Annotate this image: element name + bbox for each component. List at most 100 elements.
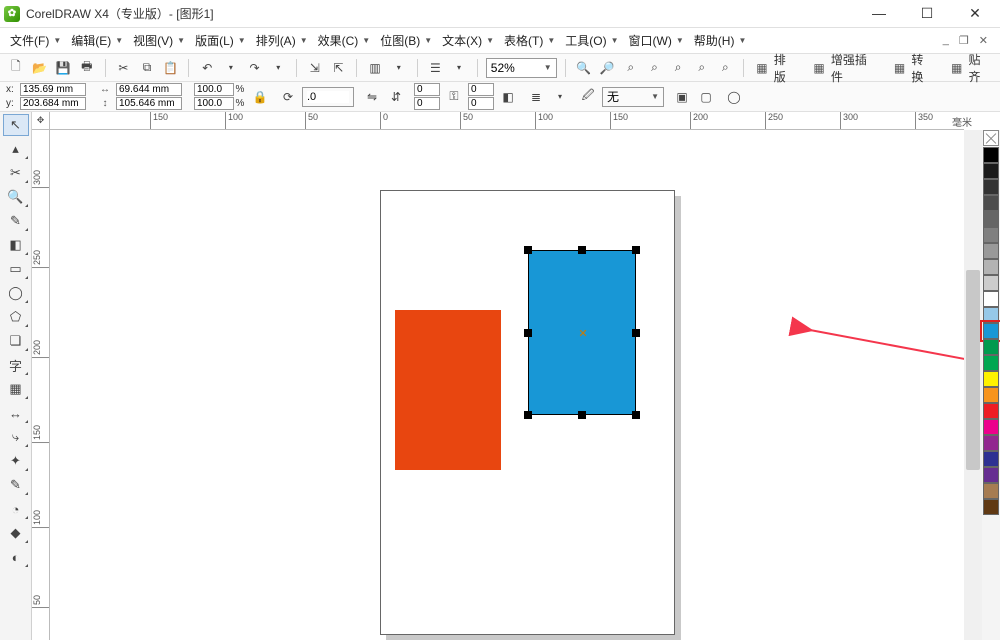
dimension-tool[interactable]: ↔: [3, 402, 29, 424]
fill-tool[interactable]: ◆: [3, 522, 29, 544]
menu-帮助(H)[interactable]: 帮助(H)▼: [690, 30, 751, 51]
window-maximize-button[interactable]: ☐: [912, 5, 942, 22]
ruler-horizontal[interactable]: 15010050050100150200250300350: [50, 112, 964, 130]
zoom-selection-icon[interactable]: ⌕: [621, 58, 641, 78]
app-launcher-icon[interactable]: ▥: [365, 58, 385, 78]
color-swatch[interactable]: [983, 227, 999, 243]
mirror-v-icon[interactable]: ⇵: [386, 87, 406, 107]
import-icon[interactable]: ⇲: [305, 58, 325, 78]
width-input[interactable]: [116, 83, 182, 96]
toolbar-增强插件-button[interactable]: ▦增强插件: [809, 51, 880, 85]
canvas-viewport[interactable]: ✕: [50, 130, 964, 640]
menu-窗口(W)[interactable]: 窗口(W)▼: [625, 30, 688, 51]
color-swatch[interactable]: [983, 435, 999, 451]
lock-ratio-icon[interactable]: 🔒: [250, 87, 270, 107]
menu-文件(F)[interactable]: 文件(F)▼: [6, 30, 65, 51]
new-icon[interactable]: 🗋: [6, 58, 26, 78]
rectangle-tool[interactable]: ▭: [3, 258, 29, 280]
selection-handle[interactable]: [578, 246, 586, 254]
mirror-h-icon[interactable]: ⇋: [362, 87, 382, 107]
undo-dropdown-icon[interactable]: ▾: [221, 58, 241, 78]
selection-handle[interactable]: [632, 246, 640, 254]
color-swatch[interactable]: [983, 451, 999, 467]
wrap-text-icon[interactable]: ≣: [526, 87, 546, 107]
redo-dropdown-icon[interactable]: ▾: [268, 58, 288, 78]
mdi-minimize-button[interactable]: _: [943, 34, 949, 47]
color-swatch[interactable]: [983, 275, 999, 291]
zoom-in-icon[interactable]: 🔍: [574, 58, 594, 78]
color-swatch[interactable]: [983, 163, 999, 179]
selection-handle[interactable]: [632, 411, 640, 419]
zoom-tool[interactable]: 🔍: [3, 186, 29, 208]
corner-br-input[interactable]: [468, 97, 494, 110]
menu-表格(T)[interactable]: 表格(T)▼: [500, 30, 559, 51]
scale-y-input[interactable]: [194, 97, 234, 110]
window-close-button[interactable]: ✕: [960, 5, 990, 22]
basic-shapes-tool[interactable]: ❏: [3, 330, 29, 352]
to-front-icon[interactable]: ▣: [672, 87, 692, 107]
crop-tool[interactable]: ✂: [3, 162, 29, 184]
selection-center-icon[interactable]: ✕: [578, 329, 588, 339]
color-swatch[interactable]: [983, 243, 999, 259]
blend-tool[interactable]: ✦: [3, 450, 29, 472]
zoom-height-icon[interactable]: ⌕: [716, 58, 736, 78]
toolbar-排版-button[interactable]: ▦排版: [752, 51, 799, 85]
menu-效果(C)[interactable]: 效果(C)▼: [314, 30, 375, 51]
zoom-width-icon[interactable]: ⌕: [692, 58, 712, 78]
color-swatch[interactable]: [983, 355, 999, 371]
color-swatch[interactable]: [983, 259, 999, 275]
color-swatch[interactable]: [983, 419, 999, 435]
scrollbar-thumb[interactable]: [966, 270, 980, 470]
color-swatch[interactable]: [983, 179, 999, 195]
zoom-all-icon[interactable]: ⌕: [645, 58, 665, 78]
corner-bl-input[interactable]: [414, 97, 440, 110]
height-input[interactable]: [116, 97, 182, 110]
menu-视图(V)[interactable]: 视图(V)▼: [129, 30, 189, 51]
wrap-drop-icon[interactable]: ▾: [550, 87, 570, 107]
orange-rectangle[interactable]: [395, 310, 501, 470]
smart-fill-tool[interactable]: ◧: [3, 234, 29, 256]
interactive-fill-tool[interactable]: ◐: [3, 546, 29, 568]
outline-width-select[interactable]: 无 ▼: [602, 87, 664, 107]
mdi-close-button[interactable]: ✕: [979, 34, 988, 47]
zoom-page-icon[interactable]: ⌕: [668, 58, 688, 78]
welcome-drop-icon[interactable]: ▾: [449, 58, 469, 78]
selection-handle[interactable]: [524, 411, 532, 419]
color-swatch[interactable]: [983, 307, 999, 323]
toolbar-转换-button[interactable]: ▦转换: [890, 51, 937, 85]
save-icon[interactable]: 💾: [53, 58, 73, 78]
color-swatch[interactable]: [983, 387, 999, 403]
ellipse-tool[interactable]: ◯: [3, 282, 29, 304]
mdi-restore-button[interactable]: ❐: [959, 34, 969, 47]
export-icon[interactable]: ⇱: [329, 58, 349, 78]
to-back-icon[interactable]: ▢: [696, 87, 716, 107]
selection-handle[interactable]: [524, 246, 532, 254]
color-swatch[interactable]: [983, 291, 999, 307]
welcome-icon[interactable]: ☰: [426, 58, 446, 78]
color-swatch[interactable]: [983, 403, 999, 419]
ruler-origin[interactable]: ✥: [32, 112, 50, 130]
menu-版面(L)[interactable]: 版面(L)▼: [191, 30, 250, 51]
color-swatch[interactable]: [983, 467, 999, 483]
selection-handle[interactable]: [632, 329, 640, 337]
corner-style-icon[interactable]: ◧: [498, 87, 518, 107]
copy-icon[interactable]: ⧉: [137, 58, 157, 78]
print-icon[interactable]: 🖶: [77, 58, 97, 78]
paste-icon[interactable]: 📋: [161, 58, 181, 78]
redo-icon[interactable]: ↷: [245, 58, 265, 78]
color-swatch[interactable]: [983, 147, 999, 163]
scale-x-input[interactable]: [194, 83, 234, 96]
color-swatch[interactable]: [983, 499, 999, 515]
polygon-tool[interactable]: ⬠: [3, 306, 29, 328]
vertical-scrollbar[interactable]: [964, 130, 982, 640]
zoom-level-select[interactable]: 52% ▼: [486, 58, 557, 78]
color-swatch[interactable]: [983, 195, 999, 211]
ruler-vertical[interactable]: 30025020015010050: [32, 130, 50, 640]
menu-文本(X)[interactable]: 文本(X)▼: [438, 30, 498, 51]
toolbar-贴齐-button[interactable]: ▦贴齐: [947, 51, 994, 85]
freehand-tool[interactable]: ✎: [3, 210, 29, 232]
window-minimize-button[interactable]: —: [864, 5, 894, 22]
table-tool[interactable]: ▦: [3, 378, 29, 400]
text-tool[interactable]: 字: [3, 354, 29, 376]
pick-tool[interactable]: ↖: [3, 114, 29, 136]
